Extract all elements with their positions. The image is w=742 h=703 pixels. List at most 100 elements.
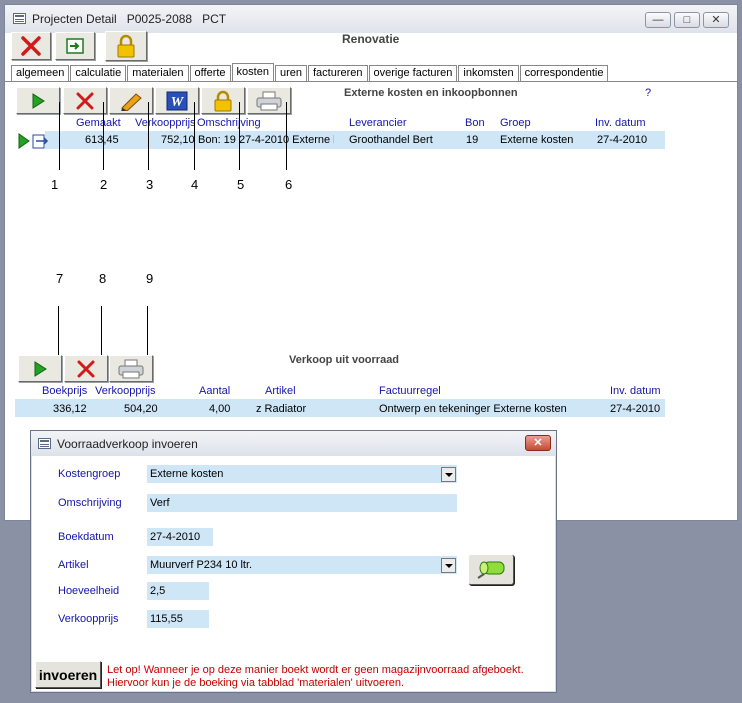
omschrijving-label: Omschrijving xyxy=(58,497,122,509)
verkoopprijs-field[interactable]: 115,55 xyxy=(147,610,209,628)
word-icon: W xyxy=(166,91,188,110)
verkoopprijs-label: Verkoopprijs xyxy=(58,613,119,625)
col-inv-datum: Inv. datum xyxy=(610,385,661,397)
kostengroep-dropdown-icon[interactable] xyxy=(441,467,456,482)
svg-text:W: W xyxy=(171,95,185,110)
annotation-line xyxy=(286,102,287,170)
cell-groep: Externe kosten xyxy=(500,134,574,146)
cell-gemaakt: 613,45 xyxy=(85,134,119,146)
row-open-button[interactable] xyxy=(17,133,49,152)
stock-sale-add-button[interactable] xyxy=(18,355,62,382)
cell-artikel: z Radiator xyxy=(256,403,307,415)
delete-icon xyxy=(21,36,41,56)
delete-icon xyxy=(77,360,95,377)
minimize-button[interactable]: — xyxy=(645,12,671,28)
lock-project-button[interactable] xyxy=(105,31,147,61)
tab-inkomsten[interactable]: inkomsten xyxy=(458,65,519,81)
cell-inv-datum: 27-4-2010 xyxy=(597,134,648,146)
cell-aantal: 4,00 xyxy=(209,403,231,415)
annotation-line xyxy=(103,102,104,170)
tab-strip: algemeen calculatie materialen offerte k… xyxy=(11,63,609,82)
omschrijving-field[interactable]: Verf xyxy=(147,494,457,512)
tab-calculatie[interactable]: calculatie xyxy=(70,65,127,81)
hoeveelheid-field[interactable]: 2,5 xyxy=(147,582,209,600)
annotation-label: 5 xyxy=(237,177,245,192)
lock-icon xyxy=(117,34,135,58)
table-row[interactable] xyxy=(15,399,665,417)
boekdatum-field[interactable]: 27-4-2010 xyxy=(147,528,213,546)
cell-verkoopprijs: 504,20 xyxy=(124,403,158,415)
annotation-label: 6 xyxy=(285,177,293,192)
delete-project-button[interactable] xyxy=(11,32,51,60)
cell-inv-datum: 27-4-2010 xyxy=(610,403,661,415)
cell-factuurregel: Ontwerp en tekeninger Externe kosten xyxy=(379,403,567,415)
exit-icon xyxy=(66,38,84,54)
external-cost-delete-button[interactable] xyxy=(63,87,107,114)
col-boekprijs: Boekprijs xyxy=(42,385,88,397)
warning-text-line2: Hiervoor kun je de boeking via tabblad '… xyxy=(107,677,405,689)
col-factuurregel: Factuurregel xyxy=(379,385,441,397)
stock-sales-title: Verkoop uit voorraad xyxy=(289,354,400,366)
hoeveelheid-label: Hoeveelheid xyxy=(58,585,120,597)
paint-roller-icon xyxy=(477,561,505,579)
play-icon xyxy=(32,92,45,109)
invoeren-button[interactable]: invoeren xyxy=(35,661,101,688)
external-costs-title: Externe kosten en inkoopbonnen xyxy=(344,87,518,99)
stock-sale-delete-button[interactable] xyxy=(64,355,108,382)
annotation-label: 7 xyxy=(56,271,64,286)
stock-sale-print-button[interactable] xyxy=(109,355,153,382)
artikel-dropdown-icon[interactable] xyxy=(441,558,456,573)
boekdatum-label: Boekdatum xyxy=(58,531,114,543)
window-title: Projecten Detail P0025-2088 PCT xyxy=(32,12,227,26)
external-cost-edit-button[interactable] xyxy=(109,87,153,114)
exit-button[interactable] xyxy=(55,32,95,60)
col-inv-datum: Inv. datum xyxy=(595,117,646,129)
artikel-select[interactable]: Muurverf P234 10 ltr. xyxy=(147,556,457,574)
artikel-label: Artikel xyxy=(58,559,89,571)
warning-text-line1: Let op! Wanneer je op deze manier boekt … xyxy=(107,664,524,676)
help-link[interactable]: ? xyxy=(645,87,651,99)
annotation-line xyxy=(59,102,60,170)
annotation-line xyxy=(194,102,195,170)
tab-offerte[interactable]: offerte xyxy=(189,65,231,81)
col-verkoopprijs: Verkoopprijs xyxy=(135,117,196,129)
kostengroep-select[interactable]: Externe kosten xyxy=(147,465,457,483)
pencil-icon xyxy=(121,92,142,111)
printer-icon xyxy=(256,91,282,110)
printer-icon xyxy=(118,359,144,378)
close-window-button[interactable]: ✕ xyxy=(703,12,729,28)
tab-materialen[interactable]: materialen xyxy=(127,65,189,81)
dialog-app-icon xyxy=(38,438,51,449)
artikel-lookup-button[interactable] xyxy=(468,554,514,585)
col-leverancier: Leverancier xyxy=(349,117,407,129)
annotation-label: 8 xyxy=(99,271,107,286)
dialog-close-button[interactable]: ✕ xyxy=(525,435,551,451)
col-verkoopprijs: Verkoopprijs xyxy=(95,385,156,397)
maximize-button[interactable]: □ xyxy=(674,12,700,28)
col-omschrijving: Omschrijving xyxy=(197,117,261,129)
app-icon xyxy=(13,13,26,24)
external-cost-open-button[interactable] xyxy=(16,87,60,114)
tab-divider xyxy=(5,81,737,82)
tab-overige-facturen[interactable]: overige facturen xyxy=(368,65,458,81)
dialog-title: Voorraadverkoop invoeren xyxy=(57,437,198,451)
external-cost-word-button[interactable]: W xyxy=(155,87,199,114)
col-artikel: Artikel xyxy=(265,385,296,397)
delete-icon xyxy=(76,92,94,109)
play-record-icon xyxy=(18,133,49,149)
tab-algemeen[interactable]: algemeen xyxy=(11,65,70,81)
cell-omschrijving: Bon: 19 27-4-2010 Externe l xyxy=(198,134,334,146)
col-gemaakt: Gemaakt xyxy=(76,117,121,129)
annotation-label: 4 xyxy=(191,177,199,192)
annotation-label: 3 xyxy=(146,177,154,192)
annotation-label: 2 xyxy=(100,177,108,192)
cell-bon: 19 xyxy=(466,134,479,146)
tab-correspondentie[interactable]: correspondentie xyxy=(519,65,609,81)
dialog-title-bar: Voorraadverkoop invoeren ✕ xyxy=(31,431,556,456)
tab-uren[interactable]: uren xyxy=(274,65,307,81)
tab-kosten[interactable]: kosten xyxy=(231,63,274,82)
kostengroep-label: Kostengroep xyxy=(58,468,121,480)
external-cost-print-button[interactable] xyxy=(247,87,291,114)
tab-factureren[interactable]: factureren xyxy=(308,65,368,81)
col-bon: Bon xyxy=(465,117,485,129)
